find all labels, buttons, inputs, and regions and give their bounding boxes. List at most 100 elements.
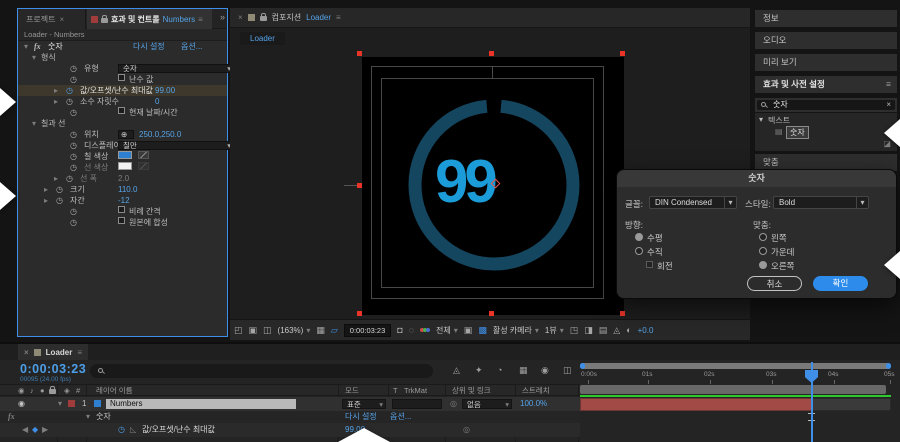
expand-icon[interactable]: ▸ (54, 96, 58, 107)
panel-preview[interactable]: 미리 보기 (755, 54, 897, 71)
handle-bottom-right[interactable] (620, 311, 625, 316)
handle-top-mid[interactable] (489, 51, 494, 56)
tab-effect-controls[interactable]: 효과 및 컨트롤 Numbers ≡ (87, 9, 212, 29)
reset-link[interactable]: 다시 설정 (345, 411, 377, 423)
handle-mid-left[interactable] (357, 183, 362, 188)
stopwatch-icon[interactable]: ◷ (70, 151, 77, 162)
frame-blend-icon[interactable]: ▦ (519, 365, 528, 376)
preset-numbers[interactable]: 숫자 (786, 126, 809, 139)
panel-effects-presets[interactable]: 효과 및 사전 설정 ≡ (755, 76, 897, 93)
row-value-offset[interactable]: ▸ ◷ 값/오프셋/난수 최대값 99.00 (18, 85, 227, 96)
live-update-icon[interactable]: ✦ (475, 365, 483, 376)
col-layer-name[interactable]: 레이어 이름 (96, 385, 133, 397)
property-row[interactable]: ◀ ◆ ▶ ◷ ◺ 값/오프셋/난수 최대값 99.00 ◎ (0, 423, 580, 437)
more-panels-icon[interactable]: » (220, 12, 225, 22)
property-label[interactable]: 값/오프셋/난수 최대값 (142, 423, 215, 437)
composition-tabbar[interactable]: × 컴포지션 Loader ≡ (230, 8, 750, 28)
stopwatch-icon[interactable]: ◷ (70, 63, 77, 74)
vr-goggles-icon[interactable]: ◫ (263, 325, 272, 336)
draft-3d-icon[interactable]: ◔ (497, 365, 502, 375)
transparency-grid-icon[interactable]: ▩ (478, 325, 487, 336)
fill-color-swatch[interactable] (118, 151, 132, 159)
datetime-checkbox[interactable] (118, 107, 125, 114)
navigator-start-handle[interactable] (580, 363, 585, 369)
handle-top-right[interactable] (620, 51, 625, 56)
stopwatch-icon[interactable]: ◷ (66, 96, 73, 107)
stopwatch-icon[interactable]: ◷ (70, 140, 77, 151)
comp-timecode[interactable]: 0:00:03:23 (343, 323, 392, 337)
random-checkbox[interactable] (118, 74, 125, 81)
stopwatch-icon[interactable]: ◷ (70, 217, 77, 228)
options-link[interactable]: 옵션... (390, 411, 411, 423)
close-icon[interactable]: × (24, 348, 29, 357)
show-snapshot-icon[interactable]: ◌ (409, 325, 414, 335)
composite-checkbox[interactable] (118, 217, 125, 224)
graph-editor-icon[interactable]: ◫ (563, 365, 572, 376)
close-icon[interactable]: × (238, 13, 243, 22)
panel-menu-icon[interactable]: ≡ (198, 15, 203, 24)
col-parent[interactable]: 상위 및 링크 (452, 385, 491, 397)
eye-icon[interactable]: ◉ (18, 397, 25, 411)
search-input[interactable]: 숫자 × (757, 100, 895, 110)
zoom-dropdown[interactable]: (163%) ▾ (278, 326, 311, 335)
style-dropdown[interactable]: Bold ▾ (773, 196, 869, 209)
snapshot-icon[interactable]: ◘ (397, 325, 402, 335)
radio-left-label[interactable]: 왼쪽 (771, 232, 787, 244)
type-dropdown[interactable]: 숫자 ▾ (118, 64, 234, 73)
handle-bottom-mid[interactable] (489, 311, 494, 316)
current-timecode[interactable]: 0:00:03:23 (20, 362, 86, 376)
view-dropdown[interactable]: 1뷰 ▾ (545, 325, 564, 336)
panel-audio[interactable]: 오디오 (755, 32, 897, 49)
region-icon[interactable]: ▣ (464, 325, 473, 336)
preset-group-text[interactable]: 텍스트 (768, 115, 790, 126)
pixel-aspect-icon[interactable]: ▤ (599, 325, 608, 336)
grid-options-icon[interactable]: ▦ (316, 325, 325, 336)
layer-duration-bar[interactable] (580, 398, 812, 411)
collapse-icon[interactable]: ▾ (759, 115, 763, 124)
layer-color-swatch[interactable] (68, 400, 75, 407)
display-dropdown[interactable]: 칠만 ▾ (118, 141, 234, 150)
group-format-row[interactable]: ▾ 형식 (18, 52, 227, 63)
radio-horizontal[interactable] (635, 233, 643, 241)
show-channel-icon[interactable] (420, 328, 431, 332)
close-icon[interactable]: × (59, 15, 64, 24)
row-tracking-value[interactable]: -12 (118, 195, 130, 206)
stopwatch-icon[interactable]: ◷ (70, 74, 77, 85)
stopwatch-icon[interactable]: ◷ (70, 206, 77, 217)
position-target-button[interactable]: ⊕ (118, 130, 134, 139)
panel-info[interactable]: 정보 (755, 10, 897, 27)
row-value-offset-value[interactable]: 99.00 (155, 85, 175, 96)
expand-icon[interactable]: ▸ (44, 195, 48, 206)
radio-left[interactable] (759, 233, 767, 241)
pickwhip-icon[interactable]: ◎ (463, 423, 470, 437)
exposure-value[interactable]: +0.0 (638, 326, 654, 335)
stopwatch-icon[interactable]: ◷ (70, 107, 77, 118)
collapse-icon[interactable]: ▾ (24, 41, 28, 52)
stretch-value[interactable]: 100.0% (520, 397, 547, 411)
resolution-dropdown[interactable]: 전체 ▾ (436, 325, 458, 336)
view-layout-icon[interactable]: ◳ (570, 325, 579, 336)
group-fill-stroke-row[interactable]: ▾ 칠과 선 (18, 118, 227, 129)
radio-horizontal-label[interactable]: 수평 (647, 232, 663, 244)
timeline-search[interactable] (90, 364, 433, 378)
collapse-icon[interactable]: ▾ (86, 411, 90, 423)
parent-dropdown[interactable]: 없음 ▾ (462, 399, 512, 409)
clear-search-icon[interactable]: × (886, 100, 891, 110)
collapse-icon[interactable]: ▾ (32, 52, 36, 63)
trkmat-dropdown[interactable] (392, 399, 442, 409)
motion-blur-icon[interactable]: ◉ (541, 365, 549, 376)
camera-dropdown[interactable]: 활성 카메라 ▾ (493, 325, 539, 336)
effect-row-name[interactable]: 숫자 (96, 411, 111, 423)
next-keyframe-icon[interactable]: ▶ (42, 423, 48, 437)
options-link[interactable]: 옵션... (181, 41, 202, 52)
col-mode[interactable]: 모드 (345, 385, 359, 397)
effect-name[interactable]: 숫자 (48, 41, 63, 52)
radio-vertical[interactable] (635, 247, 643, 255)
col-t[interactable]: T (393, 385, 398, 397)
stopwatch-icon[interactable]: ◷ (56, 184, 63, 195)
layer-row-numbers[interactable]: ◉ ▾ 1 Numbers 표준 ▾ ◎ 없음 ▾ 100.0% (0, 397, 580, 411)
work-area-bar[interactable] (580, 385, 886, 394)
radio-vertical-label[interactable]: 수직 (647, 246, 663, 258)
roi-icon[interactable]: ▱ (331, 325, 338, 336)
eyedropper-icon[interactable] (138, 151, 149, 159)
